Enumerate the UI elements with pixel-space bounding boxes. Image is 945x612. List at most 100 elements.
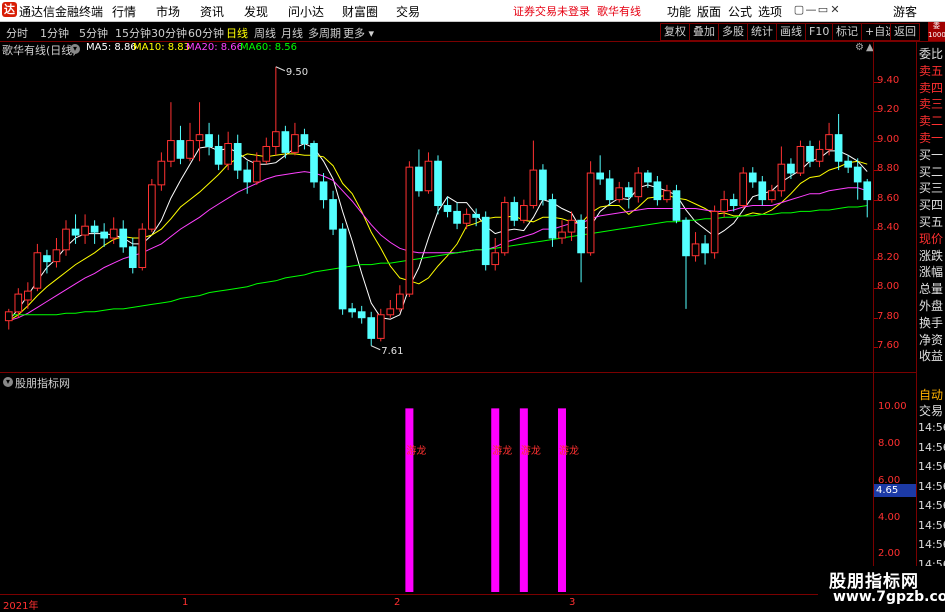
period-15min[interactable]: 15分钟	[115, 25, 151, 41]
candle-body[interactable]	[233, 143, 242, 171]
candle-body[interactable]	[357, 311, 366, 319]
candle-body[interactable]	[214, 145, 223, 165]
candle-body[interactable]	[682, 219, 690, 257]
candle-body[interactable]	[758, 181, 767, 201]
panel-badge[interactable]: 委 1000	[928, 22, 945, 41]
candle-body[interactable]	[634, 172, 643, 198]
close-icon[interactable]: ✕	[828, 3, 842, 17]
candle-body[interactable]	[548, 199, 557, 239]
candle-body[interactable]	[24, 290, 32, 301]
candle-body[interactable]	[348, 308, 356, 313]
candle-body[interactable]	[586, 172, 595, 254]
menu-options[interactable]: 选项	[758, 3, 782, 20]
candle-body[interactable]	[71, 228, 80, 236]
candle-body[interactable]	[291, 134, 299, 153]
candle-body[interactable]	[443, 205, 452, 212]
user-guest[interactable]: 游客	[893, 3, 917, 20]
candle-body[interactable]	[300, 134, 309, 145]
candle-body[interactable]	[729, 199, 738, 207]
candle-body[interactable]	[43, 255, 51, 263]
candle-body[interactable]	[329, 199, 337, 230]
fuquan-button[interactable]: 复权	[660, 23, 690, 41]
candle-body[interactable]	[119, 228, 128, 248]
period-5min[interactable]: 5分钟	[79, 25, 108, 41]
candle-body[interactable]	[138, 228, 147, 269]
candle-body[interactable]	[510, 202, 519, 221]
candle-body[interactable]	[748, 172, 757, 183]
candle-body[interactable]	[710, 210, 719, 254]
candle-body[interactable]	[815, 148, 824, 162]
candle-body[interactable]	[415, 166, 423, 192]
candle-body[interactable]	[148, 184, 156, 230]
candle-body[interactable]	[396, 293, 404, 310]
candle-body[interactable]	[52, 249, 61, 263]
draw-line-button[interactable]: 画线	[776, 23, 806, 41]
candle-body[interactable]	[434, 160, 442, 207]
candle-body[interactable]	[109, 228, 118, 239]
candle-body[interactable]	[243, 169, 252, 183]
menu-layout[interactable]: 版面	[697, 3, 721, 20]
candle-body[interactable]	[644, 172, 652, 183]
candle-body[interactable]	[624, 187, 633, 198]
candle-body[interactable]	[739, 172, 748, 207]
candle-body[interactable]	[481, 216, 490, 266]
candle-body[interactable]	[100, 231, 108, 239]
candle-body[interactable]	[701, 243, 709, 254]
back-button[interactable]: 返回	[890, 23, 920, 41]
candle-body[interactable]	[33, 252, 42, 289]
menu-formula[interactable]: 公式	[728, 3, 752, 20]
signal-bar[interactable]	[558, 408, 566, 592]
candle-body[interactable]	[834, 134, 843, 162]
candle-body[interactable]	[205, 134, 213, 147]
candlestick-chart[interactable]: 9.50 7.61	[0, 42, 873, 372]
menu-market[interactable]: 市场	[156, 3, 180, 20]
candle-body[interactable]	[663, 190, 671, 201]
candle-body[interactable]	[128, 246, 137, 269]
menu-wealth[interactable]: 财富圈	[342, 3, 378, 20]
candle-body[interactable]	[567, 219, 576, 233]
menu-trade[interactable]: 交易	[396, 3, 420, 20]
candle-body[interactable]	[500, 202, 509, 254]
candle-body[interactable]	[853, 166, 862, 183]
candle-body[interactable]	[386, 308, 395, 316]
menu-hangqing[interactable]: 行情	[112, 3, 136, 20]
candle-body[interactable]	[157, 160, 166, 186]
period-more[interactable]: 更多 ▾	[343, 25, 374, 41]
menu-function[interactable]: 功能	[667, 3, 691, 20]
candle-body[interactable]	[520, 205, 528, 221]
candle-body[interactable]	[367, 317, 376, 339]
candle-body[interactable]	[605, 178, 614, 201]
candle-body[interactable]	[863, 181, 872, 201]
candle-body[interactable]	[558, 231, 566, 239]
candle-body[interactable]	[787, 163, 795, 174]
candle-body[interactable]	[195, 134, 204, 142]
period-multi[interactable]: 多周期	[308, 25, 341, 41]
trade-login-notice[interactable]: 证券交易未登录 歌华有线	[513, 3, 641, 19]
trade-label[interactable]: 交易	[919, 403, 943, 419]
signal-bar[interactable]	[405, 408, 414, 592]
menu-discover[interactable]: 发现	[244, 3, 268, 20]
candle-body[interactable]	[176, 140, 185, 159]
period-30min[interactable]: 30分钟	[151, 25, 187, 41]
candle-body[interactable]	[615, 187, 624, 201]
candle-body[interactable]	[62, 228, 70, 251]
candle-body[interactable]	[539, 169, 547, 201]
candle-body[interactable]	[596, 172, 604, 180]
candle-body[interactable]	[262, 145, 271, 162]
candle-body[interactable]	[825, 134, 833, 150]
period-monthly[interactable]: 月线	[281, 25, 303, 41]
candle-body[interactable]	[653, 181, 662, 201]
signal-bar[interactable]	[519, 408, 528, 592]
auto-label[interactable]: 自动	[919, 387, 943, 403]
candle-body[interactable]	[405, 166, 414, 295]
candle-body[interactable]	[167, 140, 175, 162]
menu-ask[interactable]: 问小达	[288, 3, 324, 20]
candle-body[interactable]	[777, 163, 786, 192]
candle-body[interactable]	[529, 169, 538, 207]
candle-body[interactable]	[424, 160, 433, 192]
period-60min[interactable]: 60分钟	[188, 25, 224, 41]
candle-body[interactable]	[768, 190, 776, 201]
candle-body[interactable]	[319, 181, 328, 201]
mark-button[interactable]: 标记	[832, 23, 862, 41]
overlay-button[interactable]: 叠加	[689, 23, 719, 41]
